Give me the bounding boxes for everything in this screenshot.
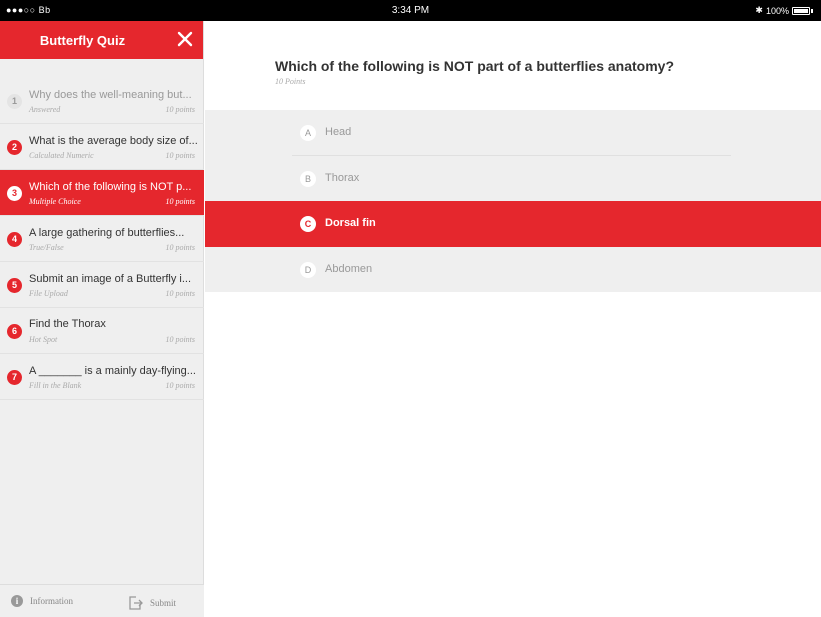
answer-option-b[interactable]: B Thorax <box>205 156 821 202</box>
submit-label: Submit <box>150 598 177 608</box>
option-letter: A <box>300 125 316 141</box>
question-sidebar: Butterfly Quiz 1 Why does the well-meani… <box>0 21 204 617</box>
bluetooth-icon: ✱ <box>755 5 763 15</box>
question-item-2[interactable]: 2 What is the average body size of... Ca… <box>0 124 204 170</box>
question-item-7[interactable]: 7 A _______ is a mainly day-flying... Fi… <box>0 354 204 400</box>
option-letter: D <box>300 262 316 278</box>
question-type: File Upload <box>29 289 68 298</box>
question-points: 10 points <box>165 105 195 114</box>
question-text: A large gathering of butterflies... <box>29 227 185 239</box>
question-number-badge: 3 <box>7 186 22 201</box>
question-type: Multiple Choice <box>29 197 81 206</box>
close-icon[interactable] <box>175 29 195 49</box>
quiz-title: Butterfly Quiz <box>39 33 126 48</box>
clock: 3:34 PM <box>391 5 430 16</box>
question-number-badge: 7 <box>7 370 22 385</box>
answer-option-c[interactable]: C Dorsal fin <box>205 201 821 247</box>
answer-options: A Head B Thorax C Dorsal fin D Abdomen <box>205 110 821 292</box>
option-label: Head <box>325 126 352 138</box>
question-item-6[interactable]: 6 Find the Thorax Hot Spot 10 points <box>0 308 204 354</box>
question-text: Which of the following is NOT p... <box>29 181 192 193</box>
battery-status: ✱ 100% <box>755 5 813 16</box>
answer-option-d[interactable]: D Abdomen <box>205 247 821 293</box>
question-number-badge: 1 <box>7 94 22 109</box>
question-number-badge: 4 <box>7 232 22 247</box>
question-text: Submit an image of a Butterfly i... <box>29 273 192 285</box>
answer-option-a[interactable]: A Head <box>205 110 821 156</box>
option-label: Thorax <box>325 172 360 184</box>
battery-icon <box>792 6 810 15</box>
sidebar-footer: i Information Submit <box>0 584 204 617</box>
question-points: 10 points <box>165 197 195 206</box>
question-number-badge: 5 <box>7 278 22 293</box>
question-item-3[interactable]: 3 Which of the following is NOT p... Mul… <box>0 170 204 216</box>
question-type: True/False <box>29 243 64 252</box>
sidebar-header: Butterfly Quiz <box>0 21 203 59</box>
question-text: A _______ is a mainly day-flying... <box>29 365 196 377</box>
question-points: 10 points <box>165 243 195 252</box>
question-points-label: 10 Points <box>275 77 306 86</box>
question-points: 10 points <box>165 335 195 344</box>
question-type: Hot Spot <box>29 335 58 344</box>
question-text: What is the average body size of... <box>29 135 197 147</box>
option-letter: C <box>300 216 316 232</box>
question-number-badge: 2 <box>7 140 22 155</box>
question-panel: Which of the following is NOT part of a … <box>205 21 821 617</box>
information-label: Information <box>30 596 73 606</box>
question-type: Fill in the Blank <box>29 381 82 390</box>
info-icon: i <box>11 595 23 607</box>
option-letter: B <box>300 171 316 187</box>
question-item-1[interactable]: 1 Why does the well-meaning but... Answe… <box>0 78 204 124</box>
status-bar: ●●●○○ Bb 3:34 PM ✱ 100% <box>0 0 821 21</box>
question-type: Calculated Numeric <box>29 151 94 160</box>
question-points: 10 points <box>165 381 195 390</box>
question-points: 10 points <box>165 151 195 160</box>
question-item-5[interactable]: 5 Submit an image of a Butterfly i... Fi… <box>0 262 204 308</box>
question-item-4[interactable]: 4 A large gathering of butterflies... Tr… <box>0 216 204 262</box>
question-text: Find the Thorax <box>29 318 106 330</box>
question-text: Why does the well-meaning but... <box>29 89 192 101</box>
submit-button[interactable]: Submit <box>127 595 176 611</box>
information-button[interactable]: i Information <box>11 595 73 607</box>
option-label: Abdomen <box>325 263 373 275</box>
question-title: Which of the following is NOT part of a … <box>275 58 675 74</box>
option-label: Dorsal fin <box>325 217 376 229</box>
battery-percent: 100% <box>765 5 789 16</box>
question-type: Answered <box>29 105 61 114</box>
question-number-badge: 6 <box>7 324 22 339</box>
submit-icon <box>129 596 143 610</box>
question-points: 10 points <box>165 289 195 298</box>
